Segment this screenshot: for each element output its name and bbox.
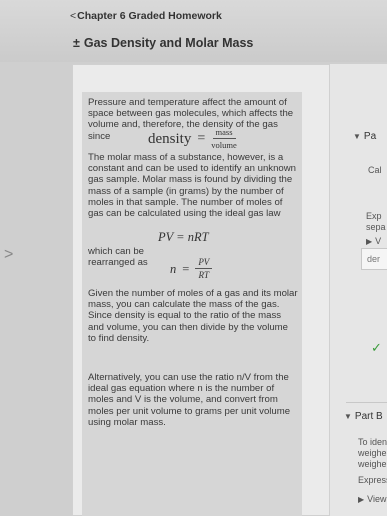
checkmark-icon: ✓ [371,340,382,355]
answer-input[interactable]: der [361,248,387,270]
view-toggle[interactable]: ▶ V [366,236,381,246]
triangle-down-icon: ▼ [344,412,352,421]
part-a-text: Cal [368,165,382,175]
part-b-header[interactable]: ▼ Part B [344,411,383,422]
density-numerator: mass [212,128,236,139]
equals-sign: = [197,131,206,146]
intro-paragraph-4: Given the number of moles of a gas and i… [88,288,298,344]
rearr-denominator: RT [198,270,210,280]
density-denominator: volume [211,140,237,150]
part-b-label: Part B [354,411,383,422]
part-a-label: Pa [363,131,377,142]
view-available-link[interactable]: ▶ View [358,494,387,504]
rearranged-equation: n = PV RT [170,258,213,280]
view-available-label: View [367,494,387,504]
rearr-equals: = [182,261,190,276]
triangle-right-icon: ▶ [358,495,365,504]
express-line-2: sepa [366,222,386,232]
part-a-header[interactable]: ▼ Pa [353,131,376,142]
express-line-1: Exp [366,211,382,221]
part-b-line-2: weighe [358,448,387,458]
rearr-fraction: PV RT [195,258,213,280]
intro-paragraph-2: The molar mass of a substance, however, … [88,152,297,220]
express-label: Express [358,475,387,485]
part-b-line-1: To iden [358,437,387,447]
page-title-text: Gas Density and Molar Mass [83,36,254,50]
top-bar: <Chapter 6 Graded Homework ± Gas Density … [0,0,387,62]
rearr-numerator: PV [195,258,213,269]
back-link-label: Chapter 6 Graded Homework [77,10,222,22]
density-fraction: mass volume [211,128,237,151]
chevron-left-icon: < [70,10,77,22]
page-title: ± Gas Density and Molar Mass [73,36,253,50]
plus-minus-icon: ± [73,36,80,50]
back-to-chapter-link[interactable]: <Chapter 6 Graded Homework [70,10,222,22]
rearr-lhs: n [170,261,177,276]
chevron-right-icon[interactable]: > [4,246,13,264]
ideal-gas-equation: PV = nRT [158,230,209,244]
part-b-line-3: weighe [358,459,387,469]
density-equation: density = mass volume [148,128,237,151]
triangle-right-icon: ▶ [366,237,373,246]
view-label: V [375,236,382,246]
intro-paragraph-5: Alternatively, you can use the ratio n/V… [88,372,291,428]
divider [346,402,387,403]
triangle-down-icon: ▼ [353,132,361,141]
density-word: density [148,130,192,147]
